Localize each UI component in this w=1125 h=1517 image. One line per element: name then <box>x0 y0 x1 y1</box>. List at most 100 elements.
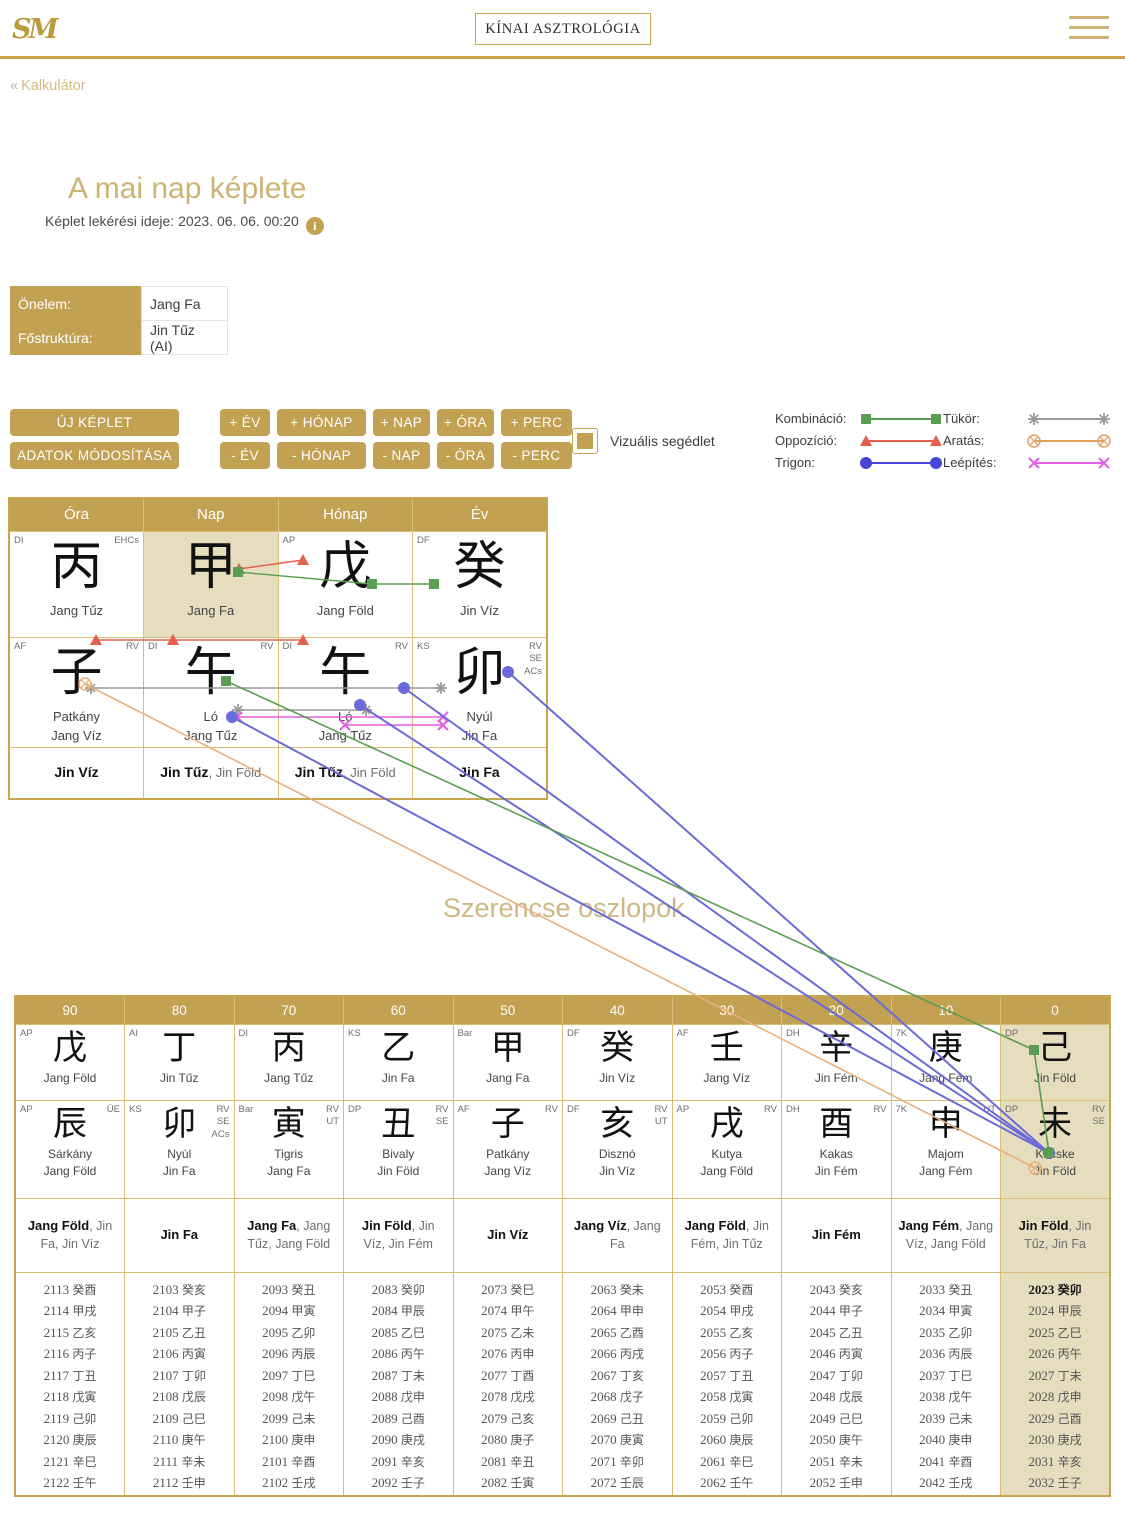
stem-element-name: Jang Fém <box>919 1070 973 1085</box>
luck-branch-cell-8[interactable]: 7K UT 申 Majom Jang Fém <box>890 1099 1001 1199</box>
luck-branch-cell-1[interactable]: KS RV SE ACs 卯 Nyúl Jin Fa <box>124 1099 235 1199</box>
luck-stem-cell-6[interactable]: AF 壬 Jang Víz <box>671 1023 782 1101</box>
cell-tag: RV <box>394 640 408 652</box>
luck-stem-cell-8[interactable]: 7K 庚 Jang Fém <box>890 1023 1001 1101</box>
luck-branch-cell-0[interactable]: AP ÜE 辰 Sárkány Jang Föld <box>14 1099 125 1199</box>
year-entry: 2103 癸亥 <box>152 1281 206 1297</box>
luck-stem-cell-9[interactable]: DP 己 Jin Föld <box>1000 1023 1111 1101</box>
luck-branch-cell-3[interactable]: DP RV SE 丑 Bivaly Jin Föld <box>343 1099 454 1199</box>
info-icon[interactable]: i <box>305 217 324 235</box>
cell-tag: ÜE <box>106 1103 120 1115</box>
year-list: 2093 癸丑 2094 甲寅 2095 乙卯 2096 丙辰 2097 丁巳 2098 … <box>235 1279 344 1494</box>
chart-stem-cell-3[interactable]: DF 癸 Jin Víz <box>412 530 548 638</box>
year-entry: 2067 丁亥 <box>590 1367 644 1383</box>
increment-button-3[interactable]: + ÓRA <box>437 409 494 436</box>
luck-branch-cell-9[interactable]: DP RV SE 未 Kecske Jin Föld <box>1000 1099 1111 1199</box>
year-entry: 2023 癸卯 <box>1028 1281 1082 1297</box>
chart-branch-cell-2[interactable]: DI RV 午 Ló Jang Tűz <box>277 636 413 748</box>
branch-character: 午 <box>184 642 237 703</box>
luck-stem-cell-2[interactable]: DI 丙 Jang Tűz <box>233 1023 344 1101</box>
branch-animal-element: Majom Jang Fém <box>919 1146 973 1178</box>
chart-stem-cell-2[interactable]: AP 戊 Jang Föld <box>277 530 413 638</box>
luck-header-30: 30 <box>672 996 782 1024</box>
luck-years-row: 2113 癸酉 2114 甲戌 2115 乙亥 2116 丙子 2117 丁丑 2118 … <box>14 1271 1111 1497</box>
cell-tag: RV UT <box>325 1103 339 1128</box>
edit-data-button[interactable]: ADATOK MÓDOSÍTÁSA <box>10 442 179 469</box>
stem-element-name: Jin Víz <box>599 1070 636 1085</box>
luck-header-90: 90 <box>15 996 125 1024</box>
decrement-button-4[interactable]: - PERC <box>501 442 572 469</box>
year-entry: 2024 甲辰 <box>1028 1303 1082 1319</box>
year-entry: 2108 戊辰 <box>152 1389 206 1405</box>
increment-button-1[interactable]: + HÓNAP <box>277 409 366 436</box>
visual-aid-toggle[interactable]: Vizuális segédlet <box>572 428 715 454</box>
year-entry: 2061 辛巳 <box>700 1453 754 1469</box>
cell-tag: DI <box>148 640 158 652</box>
visual-aid-label: Vizuális segédlet <box>610 433 715 449</box>
increment-button-4[interactable]: + PERC <box>501 409 572 436</box>
branch-animal-element: Sárkány Jang Föld <box>43 1146 97 1178</box>
luck-years-cell-9: 2023 癸卯 2024 甲辰 2025 乙巳 2026 丙午 2027 丁未 2028 … <box>1000 1271 1111 1497</box>
chart-stem-cell-0[interactable]: DI EHCs 丙 Jang Tűz <box>8 530 144 638</box>
breadcrumb-link-kalkulator[interactable]: Kalkulátor <box>21 78 85 94</box>
year-entry: 2048 戊辰 <box>809 1389 863 1405</box>
cell-tag: AP <box>676 1103 690 1115</box>
legend-sample-2 <box>859 452 943 474</box>
cell-tag: RV SE ACs <box>524 640 542 678</box>
chart-branch-cell-3[interactable]: KS RV SE ACs 卯 Nyúl Jin Fa <box>412 636 548 748</box>
chart-stem-cell-1[interactable]: 甲 Jang Fa <box>143 530 279 638</box>
increment-button-2[interactable]: + NAP <box>373 409 430 436</box>
year-entry: 2027 丁未 <box>1028 1367 1082 1383</box>
year-entry: 2093 癸丑 <box>262 1281 316 1297</box>
decrement-button-3[interactable]: - ÓRA <box>437 442 494 469</box>
luck-branch-cell-6[interactable]: AP RV 戌 Kutya Jang Föld <box>671 1099 782 1199</box>
luck-branch-cell-4[interactable]: AF RV 子 Patkány Jang Víz <box>452 1099 563 1199</box>
year-entry: 2063 癸未 <box>590 1281 644 1297</box>
branch-animal-element: Kutya Jang Föld <box>700 1146 754 1178</box>
year-entry: 2085 乙巳 <box>371 1324 425 1340</box>
luck-element-cell-6: Jang Föld, Jin Fém, Jin Tűz <box>671 1197 782 1273</box>
hamburger-line <box>1069 26 1109 29</box>
luck-stem-cell-7[interactable]: DH 辛 Jin Fém <box>781 1023 892 1101</box>
luck-stem-cell-5[interactable]: DF 癸 Jin Víz <box>562 1023 673 1101</box>
year-entry: 2115 乙亥 <box>43 1324 97 1340</box>
year-entry: 2046 丙寅 <box>809 1346 863 1362</box>
legend-label-4: Aratás: <box>943 433 985 448</box>
luck-stem-cell-3[interactable]: KS 乙 Jin Fa <box>343 1023 454 1101</box>
site-logo[interactable]: SM <box>12 13 58 47</box>
year-list: 2103 癸亥 2104 甲子 2105 乙丑 2106 丙寅 2107 丁卯 2108 … <box>125 1279 234 1494</box>
branch-animal-element: Ló Jang Tűz <box>184 708 238 744</box>
chart-branch-cell-1[interactable]: DI RV 午 Ló Jang Tűz <box>143 636 279 748</box>
legend-label-2: Trigon: <box>775 455 815 470</box>
hamburger-menu-icon[interactable] <box>1069 16 1109 42</box>
luck-stem-cell-0[interactable]: AP 戊 Jang Föld <box>14 1023 125 1101</box>
year-entry: 2035 乙卯 <box>919 1324 973 1340</box>
luck-years-cell-0: 2113 癸酉 2114 甲戌 2115 乙亥 2116 丙子 2117 丁丑 2118 … <box>14 1271 125 1497</box>
year-entry: 2122 壬午 <box>43 1475 97 1491</box>
luck-branch-cell-2[interactable]: Bar RV UT 寅 Tigris Jang Fa <box>233 1099 344 1199</box>
luck-element-cell-5: Jang Víz, Jang Fa <box>562 1197 673 1273</box>
checkbox-fill-icon <box>577 433 593 449</box>
new-formula-button[interactable]: ÚJ KÉPLET <box>10 409 179 436</box>
visual-aid-checkbox[interactable] <box>572 428 598 454</box>
year-entry: 2051 辛未 <box>809 1453 863 1469</box>
increment-button-0[interactable]: + ÉV <box>220 409 270 436</box>
luck-stem-cell-4[interactable]: Bar 甲 Jang Fa <box>452 1023 563 1101</box>
luck-branch-cell-7[interactable]: DH RV 酉 Kakas Jin Fém <box>781 1099 892 1199</box>
luck-years-cell-7: 2043 癸亥 2044 甲子 2045 乙丑 2046 丙寅 2047 丁卯 2048 … <box>781 1271 892 1497</box>
cell-tag: RV SE <box>1091 1103 1105 1128</box>
decrement-button-1[interactable]: - HÓNAP <box>277 442 366 469</box>
stem-element-name: Jang Fa <box>486 1070 530 1085</box>
legend-label-5: Leépítés: <box>943 455 997 470</box>
year-entry: 2057 丁丑 <box>700 1367 754 1383</box>
luck-stem-cell-1[interactable]: AI 丁 Jin Tűz <box>124 1023 235 1101</box>
year-entry: 2098 戊午 <box>262 1389 316 1405</box>
year-entry: 2084 甲辰 <box>371 1303 425 1319</box>
decrement-button-0[interactable]: - ÉV <box>220 442 270 469</box>
luck-branch-cell-5[interactable]: DF RV UT 亥 Disznó Jin Víz <box>562 1099 673 1199</box>
birth-chart-table: Óra Nap Hónap Év DI EHCs 丙 Jang Tűz 甲 Jang Fa AP 戊… <box>8 497 548 800</box>
luck-element-cell-1: Jin Fa <box>124 1197 235 1273</box>
chart-branch-cell-0[interactable]: AF RV 子 Patkány Jang Víz <box>8 636 144 748</box>
element-sub: , Jin Föld <box>208 764 262 780</box>
decrement-button-2[interactable]: - NAP <box>373 442 430 469</box>
